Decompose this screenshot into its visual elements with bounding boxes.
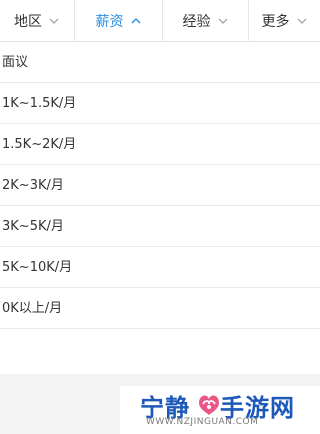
salary-option-3k-5k[interactable]: 3K~5K/月 xyxy=(0,206,320,247)
chevron-down-icon xyxy=(296,15,308,27)
salary-option-above[interactable]: 0K以上/月 xyxy=(0,288,320,329)
salary-option-negotiable[interactable]: 面议 xyxy=(0,42,320,83)
tab-region-label: 地区 xyxy=(14,14,42,30)
salary-option-2k-3k[interactable]: 2K~3K/月 xyxy=(0,165,320,206)
watermark-logo-icon xyxy=(195,389,223,417)
salary-option-5k-10k[interactable]: 5K~10K/月 xyxy=(0,247,320,288)
tab-more-label: 更多 xyxy=(261,14,290,30)
tab-more[interactable]: 更多 xyxy=(248,0,320,42)
salary-option-1k-1-5k[interactable]: 1K~1.5K/月 xyxy=(0,83,320,124)
salary-option-1-5k-2k[interactable]: 1.5K~2K/月 xyxy=(0,124,320,165)
filter-bar: 地区 薪资 经验 更多 xyxy=(0,0,320,42)
salary-options-list: 面议 1K~1.5K/月 1.5K~2K/月 2K~3K/月 3K~5K/月 5… xyxy=(0,42,320,329)
tab-experience[interactable]: 经验 xyxy=(162,0,248,42)
tab-experience-label: 经验 xyxy=(182,14,211,30)
watermark: 宁静 手游网 WWW.NZJINGUAN.COM xyxy=(120,386,320,434)
tab-salary[interactable]: 薪资 xyxy=(74,0,162,42)
tab-region[interactable]: 地区 xyxy=(0,0,74,42)
watermark-url: WWW.NZJINGUAN.COM xyxy=(146,417,259,427)
chevron-down-icon xyxy=(217,15,229,27)
tab-salary-label: 薪资 xyxy=(95,14,124,30)
chevron-up-icon xyxy=(130,15,142,27)
chevron-down-icon xyxy=(48,15,60,27)
